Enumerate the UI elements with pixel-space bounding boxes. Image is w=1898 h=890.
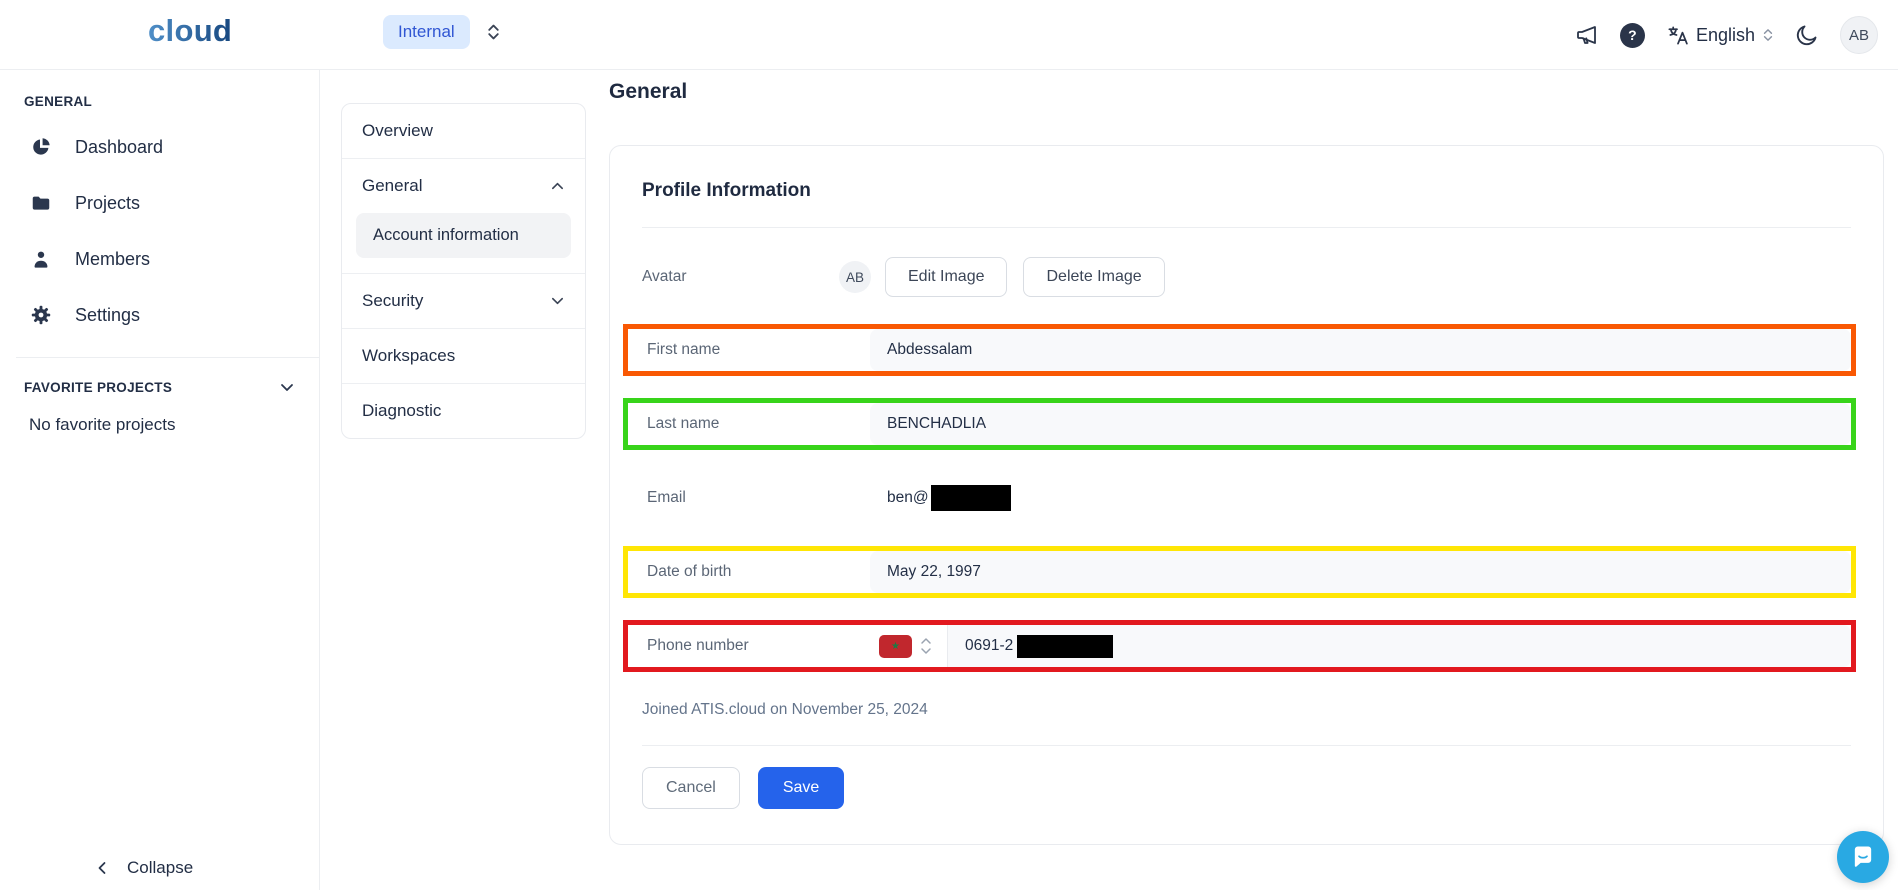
avatar-label: Avatar <box>642 268 839 286</box>
delete-image-button[interactable]: Delete Image <box>1023 257 1164 297</box>
phone-country-selector[interactable]: ★ <box>870 625 948 667</box>
email-row-wrap: Email ben@ <box>623 472 1856 524</box>
settings-nav-overview[interactable]: Overview <box>342 104 585 158</box>
phone-label: Phone number <box>628 625 870 667</box>
chevron-up-icon <box>550 179 565 193</box>
settings-nav-security[interactable]: Security <box>342 273 585 328</box>
sidebar-item-label: Settings <box>75 305 140 326</box>
folder-icon <box>30 192 52 214</box>
country-stepper-icons <box>920 635 932 657</box>
chevron-down-icon <box>550 294 565 308</box>
settings-nav-workspaces[interactable]: Workspaces <box>342 328 585 383</box>
pie-chart-icon <box>30 136 52 158</box>
settings-nav-account-information[interactable]: Account information <box>356 213 571 258</box>
flag-star: ★ <box>891 641 900 652</box>
sidebar-item-label: Dashboard <box>75 137 163 158</box>
sidebar-item-projects[interactable]: Projects <box>24 175 295 231</box>
sidebar-items: Dashboard Projects Members <box>24 119 295 343</box>
workspace-badge[interactable]: Internal <box>383 15 470 49</box>
phone-redaction <box>1017 635 1113 658</box>
topbar-actions: ? English AB <box>1575 0 1878 70</box>
last-name-input[interactable]: BENCHADLIA <box>870 403 1851 445</box>
nav-item-label: Overview <box>362 121 433 141</box>
first-name-row: First name Abdessalam <box>628 329 1851 371</box>
language-selector[interactable]: English <box>1666 24 1774 47</box>
date-of-birth-input[interactable]: May 22, 1997 <box>870 551 1851 593</box>
favorites-section-label: FAVORITE PROJECTS <box>24 380 172 395</box>
favorites-section-header[interactable]: FAVORITE PROJECTS <box>24 380 295 395</box>
sidebar-section-general: GENERAL <box>24 94 295 109</box>
chat-bubble-icon <box>1849 843 1877 871</box>
card-divider <box>642 227 1851 228</box>
email-label: Email <box>628 477 870 519</box>
last-name-row: Last name BENCHADLIA <box>628 403 1851 445</box>
announcements-icon[interactable] <box>1575 23 1599 47</box>
language-chevron-updown-icon <box>1762 27 1774 43</box>
collapse-label: Collapse <box>127 858 193 878</box>
chat-launcher-button[interactable] <box>1837 831 1889 883</box>
nav-item-label: Diagnostic <box>362 401 441 421</box>
nav-item-label: Security <box>362 291 423 311</box>
chevron-down-icon <box>279 380 295 395</box>
person-icon <box>30 248 52 270</box>
first-name-highlight: First name Abdessalam <box>623 324 1856 376</box>
phone-input[interactable]: 0691-2 <box>948 625 1851 667</box>
morocco-flag-icon: ★ <box>879 635 912 658</box>
translate-icon <box>1666 24 1689 47</box>
gear-icon <box>30 304 52 326</box>
first-name-input[interactable]: Abdessalam <box>870 329 1851 371</box>
form-actions: Cancel Save <box>642 767 1851 809</box>
collapse-sidebar-button[interactable]: Collapse <box>95 858 193 878</box>
email-visible-text: ben@ <box>887 489 929 507</box>
first-name-label: First name <box>628 329 870 371</box>
topbar: cloud Internal ? En <box>0 0 1898 70</box>
sidebar: GENERAL Dashboard Projects <box>0 70 320 890</box>
settings-nav-general[interactable]: General <box>342 158 585 213</box>
phone-visible-text: 0691-2 <box>965 637 1013 655</box>
phone-highlight: Phone number ★ 0691-2 <box>623 620 1856 672</box>
cancel-button[interactable]: Cancel <box>642 767 740 809</box>
date-of-birth-row: Date of birth May 22, 1997 <box>628 551 1851 593</box>
sidebar-divider <box>16 357 319 358</box>
sidebar-item-settings[interactable]: Settings <box>24 287 295 343</box>
sidebar-item-dashboard[interactable]: Dashboard <box>24 119 295 175</box>
email-redaction <box>931 485 1011 511</box>
sidebar-item-label: Projects <box>75 193 140 214</box>
edit-image-button[interactable]: Edit Image <box>885 257 1007 297</box>
last-name-label: Last name <box>628 403 870 445</box>
profile-card: Profile Information Avatar AB Edit Image… <box>609 145 1884 845</box>
nav-item-label: Workspaces <box>362 346 455 366</box>
joined-text: Joined ATIS.cloud on November 25, 2024 <box>642 698 942 721</box>
avatar-row: Avatar AB Edit Image Delete Image <box>642 257 1851 297</box>
save-button[interactable]: Save <box>758 767 844 809</box>
chevron-left-icon <box>95 860 109 876</box>
sidebar-item-members[interactable]: Members <box>24 231 295 287</box>
email-value: ben@ <box>870 477 1851 519</box>
card-title: Profile Information <box>642 180 1851 202</box>
profile-avatar: AB <box>839 261 871 293</box>
page-title: General <box>609 80 687 104</box>
workspace-selector[interactable]: Internal <box>383 15 501 49</box>
help-icon[interactable]: ? <box>1620 23 1645 48</box>
sidebar-item-label: Members <box>75 249 150 270</box>
nav-item-label: General <box>362 176 422 196</box>
settings-nav-diagnostic[interactable]: Diagnostic <box>342 383 585 438</box>
footer-divider <box>642 745 1851 746</box>
dark-mode-icon[interactable] <box>1795 23 1819 47</box>
language-label: English <box>1696 25 1755 46</box>
app-logo: cloud <box>148 13 232 49</box>
settings-nav: Overview General Account information Sec… <box>341 103 586 439</box>
workspace-chevron-updown-icon[interactable] <box>486 22 501 42</box>
email-row: Email ben@ <box>628 477 1851 519</box>
favorites-empty-text: No favorite projects <box>29 415 295 435</box>
date-of-birth-highlight: Date of birth May 22, 1997 <box>623 546 1856 598</box>
phone-row: Phone number ★ 0691-2 <box>628 625 1851 667</box>
user-avatar[interactable]: AB <box>1840 16 1878 54</box>
last-name-highlight: Last name BENCHADLIA <box>623 398 1856 450</box>
date-of-birth-label: Date of birth <box>628 551 870 593</box>
